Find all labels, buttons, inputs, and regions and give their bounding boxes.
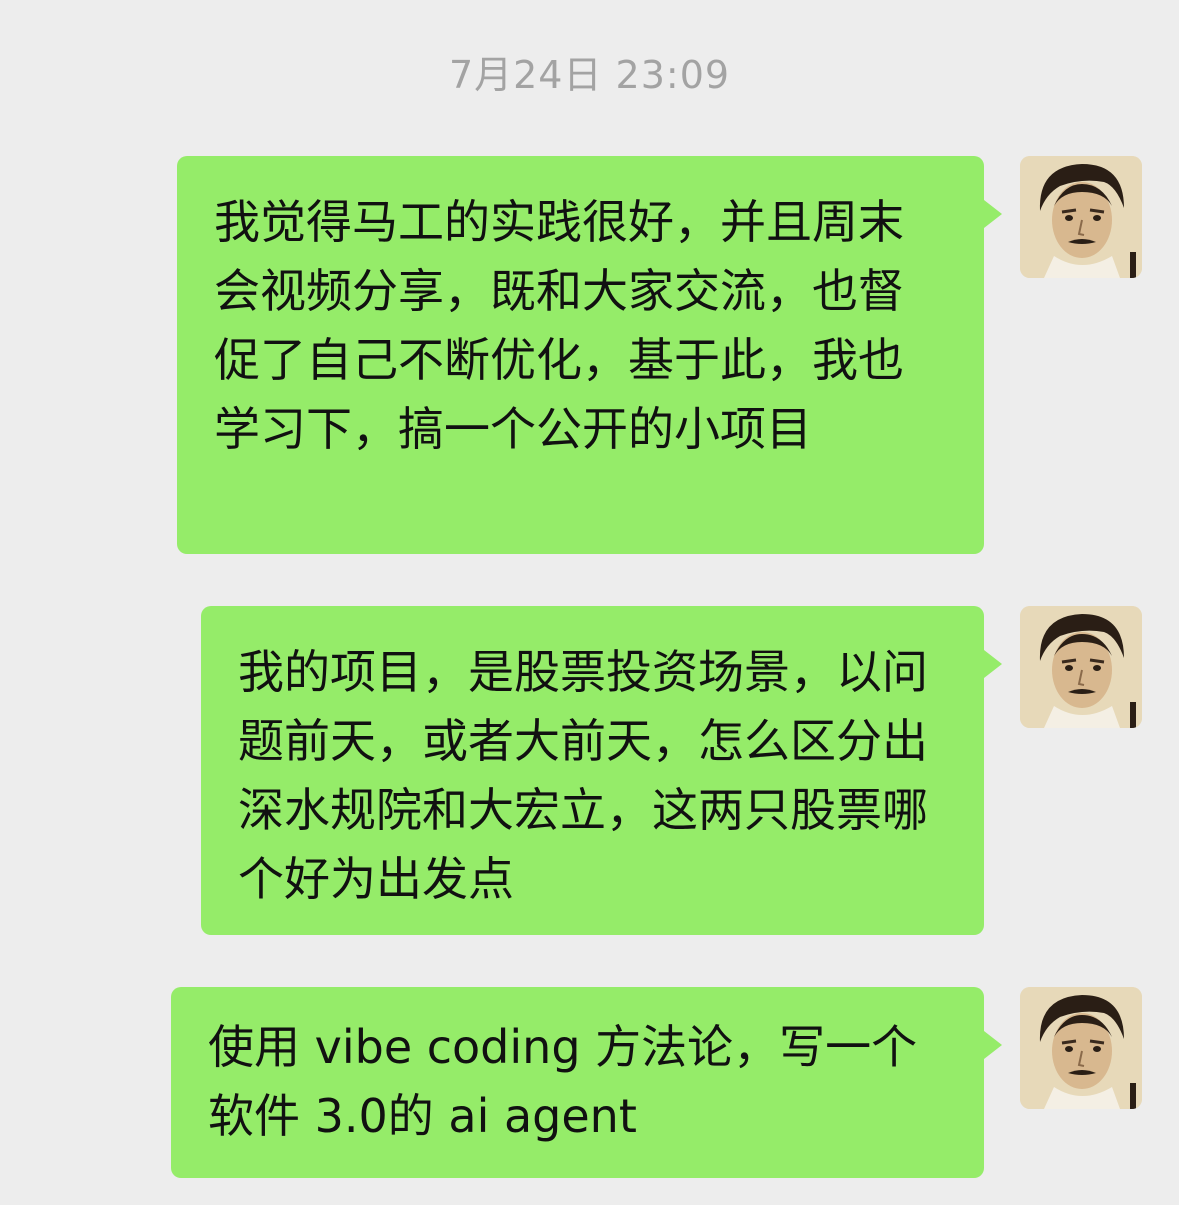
user-avatar-portrait-icon[interactable] [1020,987,1142,1109]
message-timestamp: 7月24日 23:09 [448,53,731,97]
user-avatar-portrait-icon[interactable] [1020,156,1142,278]
message-bubble[interactable]: 我觉得马工的实践很好，并且周末会视频分享，既和大家交流，也督促了自己不断优化，基… [177,156,1002,554]
message-bubble[interactable]: 我的项目，是股票投资场景，以问题前天，或者大前天，怎么区分出深水规院和大宏立，这… [201,606,1002,935]
user-avatar-portrait-icon[interactable] [1020,606,1142,728]
message-bubble[interactable]: 使用 vibe coding 方法论，写一个软件 3.0的 ai agent [171,987,1002,1178]
